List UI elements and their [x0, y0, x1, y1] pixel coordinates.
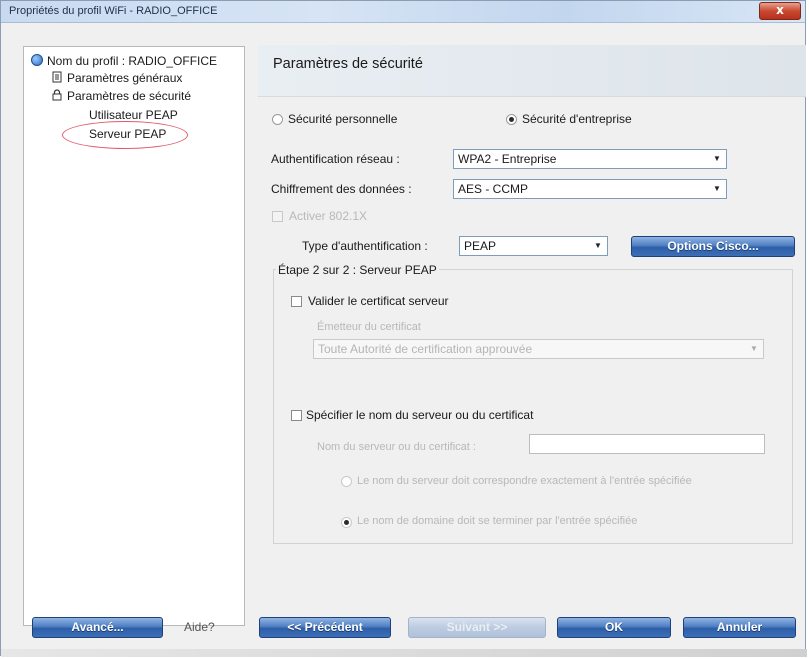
auth-type-select[interactable]: PEAP ▼: [459, 236, 608, 256]
enable-8021x-label: Activer 802.1X: [289, 209, 368, 223]
enterprise-security-radio[interactable]: [506, 114, 517, 125]
domain-suffix-radio[interactable]: [341, 517, 352, 528]
chevron-down-icon: ▼: [750, 344, 758, 353]
globe-icon: [31, 54, 43, 66]
network-auth-value: WPA2 - Entreprise: [458, 152, 557, 166]
validate-cert-checkbox[interactable]: [291, 296, 302, 307]
tree-item-general-label: Paramètres généraux: [67, 71, 183, 85]
close-button[interactable]: x: [759, 2, 801, 20]
enterprise-security-label: Sécurité d'entreprise: [522, 112, 632, 126]
exact-match-label: Le nom du serveur doit correspondre exac…: [357, 475, 692, 487]
cert-issuer-value: Toute Autorité de certification approuvé…: [318, 342, 533, 356]
chevron-down-icon: ▼: [713, 154, 721, 163]
domain-suffix-label: Le nom de domaine doit se terminer par l…: [357, 515, 638, 527]
tree-item-peap-user-label: Utilisateur PEAP: [89, 108, 178, 122]
advanced-button[interactable]: Avancé...: [32, 617, 163, 638]
exact-match-radio[interactable]: [341, 476, 352, 487]
tree-item-profile-name[interactable]: Nom du profil : RADIO_OFFICE: [31, 54, 217, 68]
window-title: Propriétés du profil WiFi - RADIO_OFFICE: [9, 5, 218, 17]
cisco-options-button[interactable]: Options Cisco...: [631, 236, 795, 257]
personal-security-radio[interactable]: [272, 114, 283, 125]
specify-server-label: Spécifier le nom du serveur ou du certif…: [306, 408, 534, 422]
cancel-button[interactable]: Annuler: [683, 617, 796, 638]
next-button[interactable]: Suivant >>: [408, 617, 546, 638]
cert-issuer-label: Émetteur du certificat: [317, 321, 421, 333]
chevron-down-icon: ▼: [594, 241, 602, 250]
chevron-down-icon: ▼: [713, 184, 721, 193]
section-title: Paramètres de sécurité: [273, 56, 423, 72]
ok-button[interactable]: OK: [557, 617, 671, 638]
tree-item-profile-label: Nom du profil : RADIO_OFFICE: [47, 54, 218, 68]
profile-properties-window: Propriétés du profil WiFi - RADIO_OFFICE…: [0, 0, 807, 657]
encryption-value: AES - CCMP: [458, 182, 529, 196]
auth-type-label: Type d'authentification :: [302, 239, 428, 253]
auth-type-value: PEAP: [464, 239, 497, 253]
tree-item-security-label: Paramètres de sécurité: [67, 89, 192, 103]
encryption-label: Chiffrement des données :: [271, 182, 412, 196]
lock-icon: [52, 89, 62, 101]
enable-8021x-checkbox[interactable]: [272, 211, 283, 222]
server-name-label: Nom du serveur ou du certificat :: [317, 441, 476, 453]
validate-cert-label: Valider le certificat serveur: [308, 294, 449, 308]
tree-item-security-settings[interactable]: Paramètres de sécurité: [51, 89, 191, 103]
cert-issuer-select[interactable]: Toute Autorité de certification approuvé…: [313, 339, 764, 359]
peap-server-groupbox: [273, 269, 793, 544]
specify-server-checkbox[interactable]: [291, 410, 302, 421]
tree-item-general-settings[interactable]: Paramètres généraux: [51, 71, 182, 85]
server-name-input[interactable]: [529, 434, 765, 454]
encryption-select[interactable]: AES - CCMP ▼: [453, 179, 727, 199]
selection-highlight-ellipse: [62, 121, 188, 149]
help-link[interactable]: Aide?: [184, 620, 215, 634]
network-auth-label: Authentification réseau :: [271, 152, 400, 166]
previous-button[interactable]: << Précédent: [259, 617, 391, 638]
window-bottom-edge: [1, 649, 807, 657]
title-bar[interactable]: Propriétés du profil WiFi - RADIO_OFFICE…: [1, 1, 805, 23]
document-icon: [52, 71, 62, 83]
personal-security-label: Sécurité personnelle: [288, 112, 398, 126]
step-legend: Étape 2 sur 2 : Serveur PEAP: [276, 263, 439, 277]
network-auth-select[interactable]: WPA2 - Entreprise ▼: [453, 149, 727, 169]
tree-item-peap-user[interactable]: Utilisateur PEAP: [89, 108, 178, 122]
